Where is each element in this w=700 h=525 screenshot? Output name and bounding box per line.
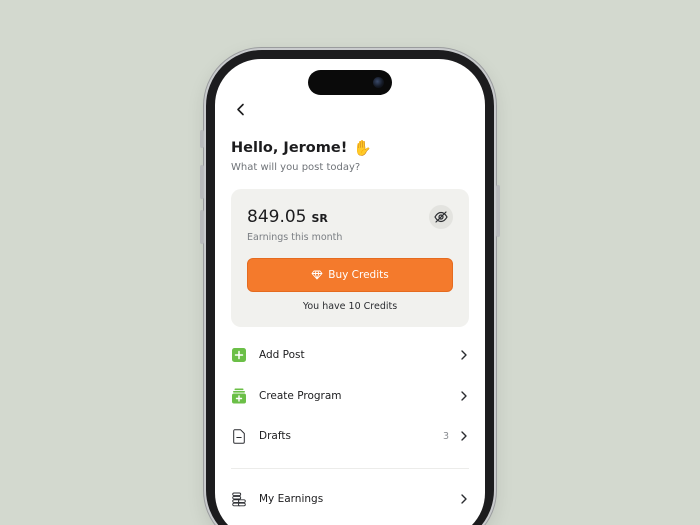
program-stack-icon — [231, 388, 247, 404]
draft-doc-icon — [231, 428, 247, 444]
chevron-right-icon — [461, 494, 469, 504]
earnings-value: 849.05 — [247, 207, 307, 227]
menu-item-add-post[interactable]: Add Post — [231, 343, 469, 367]
volume-down-button — [200, 210, 204, 244]
chevron-right-icon — [461, 431, 469, 441]
power-button — [496, 185, 500, 237]
drafts-count-badge: 3 — [442, 430, 449, 442]
camera-icon — [373, 77, 384, 88]
hide-balance-button[interactable] — [429, 205, 453, 229]
menu-item-my-earnings[interactable]: My Earnings — [231, 487, 469, 511]
currency-label: SR — [311, 212, 328, 225]
volume-up-button — [200, 165, 204, 199]
earnings-card: 849.05 SR Earnings this month Buy Credit… — [231, 189, 469, 327]
dynamic-island — [308, 70, 392, 95]
greeting-heading: Hello, Jerome! ✋ — [231, 139, 372, 157]
buy-credits-label: Buy Credits — [328, 269, 389, 281]
phone-screen: Hello, Jerome! ✋ What will you post toda… — [215, 59, 485, 525]
menu-item-create-program[interactable]: Create Program — [231, 384, 469, 408]
menu-item-label: Create Program — [259, 390, 342, 402]
menu-divider — [231, 468, 469, 469]
chevron-right-icon — [461, 391, 469, 401]
coins-stack-icon — [231, 491, 247, 507]
greeting-subtitle: What will you post today? — [231, 162, 361, 173]
eye-off-icon — [434, 211, 448, 223]
menu-item-drafts[interactable]: Drafts 3 — [231, 424, 469, 448]
add-square-icon — [231, 347, 247, 363]
menu-item-label: Add Post — [259, 349, 305, 361]
menu-item-label: Drafts — [259, 430, 291, 442]
chevron-left-icon — [236, 103, 244, 115]
wave-emoji: ✋ — [353, 139, 373, 157]
earnings-amount: 849.05 SR — [247, 207, 328, 227]
diamond-icon — [311, 270, 323, 280]
greeting-text: Hello, Jerome! — [231, 140, 348, 156]
silent-switch — [200, 130, 204, 148]
buy-credits-button[interactable]: Buy Credits — [247, 258, 453, 292]
menu-item-label: My Earnings — [259, 493, 324, 505]
chevron-right-icon — [461, 350, 469, 360]
back-button[interactable] — [233, 101, 247, 117]
earnings-label: Earnings this month — [247, 232, 343, 243]
credits-balance: You have 10 Credits — [302, 301, 398, 312]
